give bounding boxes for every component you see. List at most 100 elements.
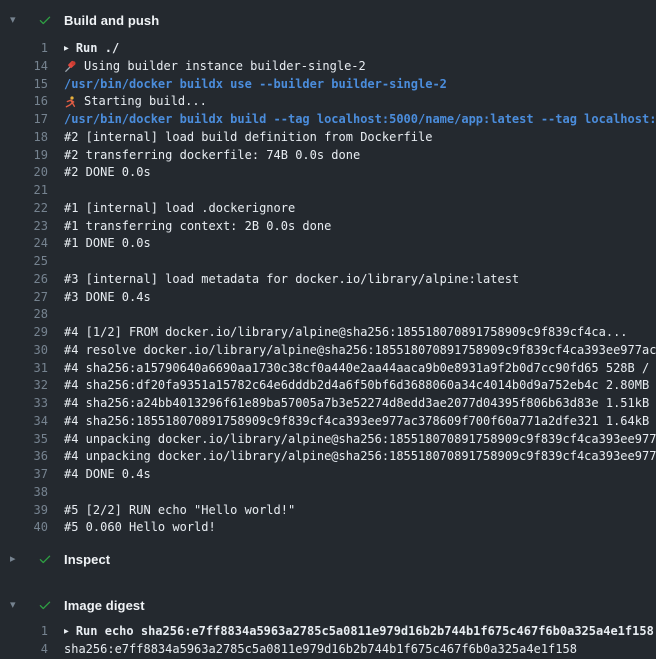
log-line: 18 #2 [internal] load build definition fr… — [0, 129, 656, 147]
log-section-image-digest: ▾ Image digest 1▶Run echo sha256:e7ff883… — [0, 593, 656, 659]
log-text: #1 transferring context: 2B 0.0s done — [64, 218, 656, 236]
line-number[interactable]: 36 — [0, 448, 48, 466]
log-line: 14 Using builder instance builder-single… — [0, 58, 656, 76]
line-number[interactable]: 30 — [0, 342, 48, 360]
line-number[interactable]: 35 — [0, 431, 48, 449]
line-number[interactable]: 33 — [0, 395, 48, 413]
line-number[interactable]: 1 — [0, 623, 48, 641]
line-number[interactable]: 40 — [0, 519, 48, 537]
log-line: 33 #4 sha256:a24bb4013296f61e89ba57005a7b… — [0, 395, 656, 413]
log-text: #4 unpacking docker.io/library/alpine@sh… — [64, 448, 656, 466]
log-line: 29 #4 [1/2] FROM docker.io/library/alpine… — [0, 324, 656, 342]
line-number[interactable]: 14 — [0, 58, 48, 76]
log-line: 26#3 [internal] load metadata for docker… — [0, 271, 656, 289]
line-number[interactable]: 17 — [0, 111, 48, 129]
line-number[interactable]: 24 — [0, 235, 48, 253]
chevron-down-icon[interactable]: ▾ — [10, 15, 22, 26]
log-text: #3 DONE 0.4s — [64, 289, 656, 307]
log-text: /usr/bin/docker buildx build --tag local… — [64, 111, 656, 129]
step-title: Image digest — [64, 598, 145, 613]
log-line: 17/usr/bin/docker buildx build --tag loc… — [0, 111, 656, 129]
line-number[interactable]: 22 — [0, 200, 48, 218]
log-text: #5 0.060 Hello world! — [64, 519, 656, 537]
log-line: 21 — [0, 182, 656, 200]
chevron-right-icon[interactable]: ▸ — [10, 554, 22, 565]
line-number[interactable]: 29 — [0, 324, 48, 342]
log-section-build-and-push: ▾ Build and push 1▶Run ./14 Using builde… — [0, 8, 656, 547]
line-number[interactable]: 4 — [0, 641, 48, 659]
line-number[interactable]: 31 — [0, 360, 48, 378]
log-line: 20 #2 DONE 0.0s — [0, 164, 656, 182]
log-line: 15/usr/bin/docker buildx use --builder b… — [0, 76, 656, 94]
log-line: 23 #1 transferring context: 2B 0.0s done — [0, 218, 656, 236]
pushpin-icon — [64, 60, 77, 73]
log-text: ▶Run ./ — [64, 40, 656, 58]
log-line: 36 #4 unpacking docker.io/library/alpine@… — [0, 448, 656, 466]
line-number[interactable]: 23 — [0, 218, 48, 236]
log-line: 38 — [0, 484, 656, 502]
step-title: Build and push — [64, 13, 159, 28]
log-line: 37 #4 DONE 0.4s — [0, 466, 656, 484]
log-text: #2 transferring dockerfile: 74B 0.0s don… — [64, 147, 656, 165]
log-group-line[interactable]: 1▶Run echo sha256:e7ff8834a5963a2785c5a0… — [0, 623, 656, 641]
log-line: 4 sha256:e7ff8834a5963a2785c5a0811e979d16… — [0, 641, 656, 659]
line-number[interactable]: 21 — [0, 182, 48, 200]
line-number[interactable]: 25 — [0, 253, 48, 271]
line-number[interactable]: 18 — [0, 129, 48, 147]
log-text: Starting build... — [64, 93, 656, 111]
log-line: 28 — [0, 306, 656, 324]
log-text: #4 [1/2] FROM docker.io/library/alpine@s… — [64, 324, 656, 342]
line-number[interactable]: 32 — [0, 377, 48, 395]
line-number[interactable]: 26 — [0, 271, 48, 289]
step-header-image-digest[interactable]: ▾ Image digest — [0, 593, 656, 617]
line-number[interactable]: 15 — [0, 76, 48, 94]
log-line: 30 #4 resolve docker.io/library/alpine@sh… — [0, 342, 656, 360]
log-text: #2 DONE 0.0s — [64, 164, 656, 182]
line-number[interactable]: 37 — [0, 466, 48, 484]
runner-icon — [64, 96, 77, 109]
log-text: #4 resolve docker.io/library/alpine@sha2… — [64, 342, 656, 360]
log-line: 40 #5 0.060 Hello world! — [0, 519, 656, 537]
log-text: Using builder instance builder-single-2 — [64, 58, 656, 76]
log-text: #2 [internal] load build definition from… — [64, 129, 656, 147]
success-check-icon — [38, 552, 52, 566]
log-line: 32 #4 sha256:df20fa9351a15782c64e6dddb2d4… — [0, 377, 656, 395]
log-line: 31 #4 sha256:a15790640a6690aa1730c38cf0a4… — [0, 360, 656, 378]
log-lines-build-and-push: 1▶Run ./14 Using builder instance builde… — [0, 32, 656, 547]
log-line: 25 — [0, 253, 656, 271]
log-group-line[interactable]: 1 ▶Run ./ — [0, 40, 656, 58]
log-section-inspect: ▸ Inspect — [0, 547, 656, 571]
log-line: 35#4 unpacking docker.io/library/alpine@… — [0, 431, 656, 449]
line-number[interactable]: 19 — [0, 147, 48, 165]
line-number[interactable]: 1 — [0, 40, 48, 58]
log-line: 22#1 [internal] load .dockerignore — [0, 200, 656, 218]
line-number[interactable]: 27 — [0, 289, 48, 307]
log-text: #4 sha256:a15790640a6690aa1730c38cf0a440… — [64, 360, 656, 378]
line-number[interactable]: 39 — [0, 502, 48, 520]
line-number[interactable]: 20 — [0, 164, 48, 182]
log-text: #4 sha256:df20fa9351a15782c64e6dddb2d4a6… — [64, 377, 656, 395]
step-header-inspect[interactable]: ▸ Inspect — [0, 547, 656, 571]
workflow-log-viewer: ▾ Build and push 1▶Run ./14 Using builde… — [0, 8, 656, 659]
log-line: 16 Starting build... — [0, 93, 656, 111]
log-text: #4 sha256:185518070891758909c9f839cf4ca3… — [64, 413, 656, 431]
line-number[interactable]: 34 — [0, 413, 48, 431]
line-number[interactable]: 28 — [0, 306, 48, 324]
line-number[interactable]: 16 — [0, 93, 48, 111]
log-lines-image-digest: 1▶Run echo sha256:e7ff8834a5963a2785c5a0… — [0, 617, 656, 659]
log-text: #4 DONE 0.4s — [64, 466, 656, 484]
log-line: 39 #5 [2/2] RUN echo "Hello world!" — [0, 502, 656, 520]
play-icon: ▶ — [64, 623, 69, 640]
chevron-down-icon[interactable]: ▾ — [10, 600, 22, 611]
step-header-build-and-push[interactable]: ▾ Build and push — [0, 8, 656, 32]
play-icon: ▶ — [64, 40, 69, 57]
success-check-icon — [38, 13, 52, 27]
line-number[interactable]: 38 — [0, 484, 48, 502]
success-check-icon — [38, 598, 52, 612]
log-text: #4 sha256:a24bb4013296f61e89ba57005a7b3e… — [64, 395, 656, 413]
log-line: 34 #4 sha256:185518070891758909c9f839cf4c… — [0, 413, 656, 431]
log-text: #5 [2/2] RUN echo "Hello world!" — [64, 502, 656, 520]
log-text: sha256:e7ff8834a5963a2785c5a0811e979d16b… — [64, 641, 656, 659]
log-text: #1 DONE 0.0s — [64, 235, 656, 253]
log-line: 27 #3 DONE 0.4s — [0, 289, 656, 307]
